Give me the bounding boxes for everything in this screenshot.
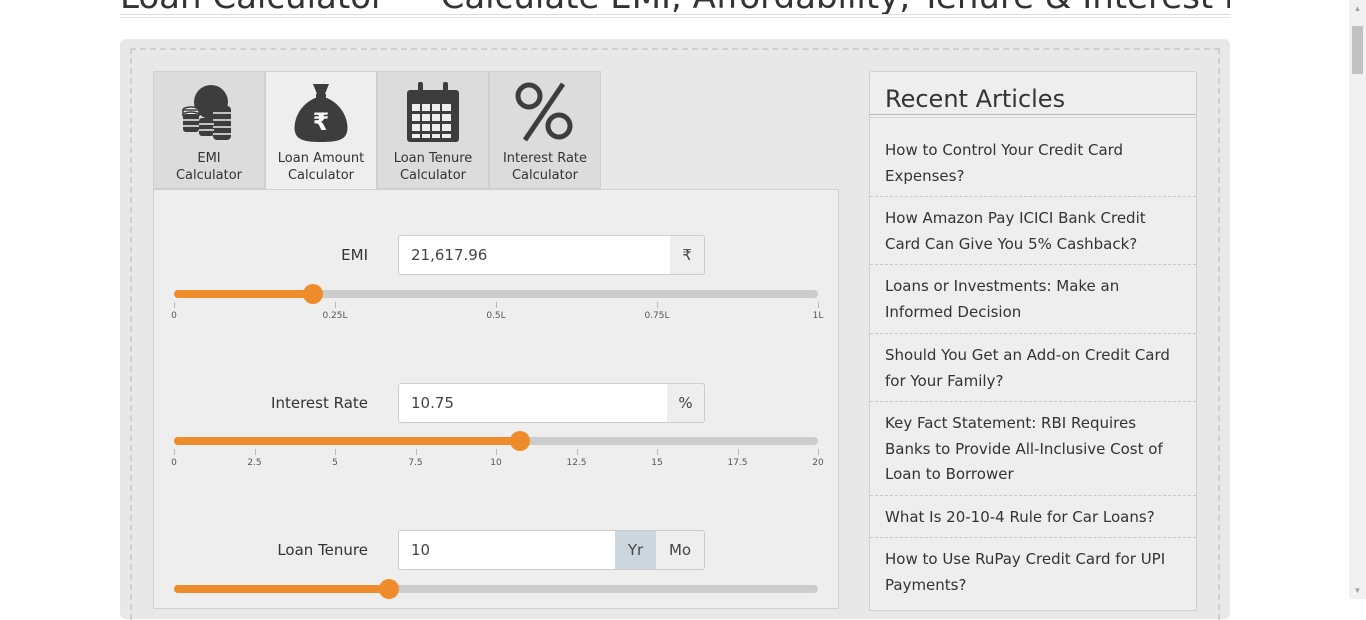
percent-icon [515, 82, 573, 142]
tab-emi-calculator[interactable]: EMI Calculator [153, 71, 265, 189]
svg-text:₹: ₹ [313, 108, 330, 136]
slider-tick-label: 20 [812, 458, 824, 468]
article-divider [870, 333, 1196, 334]
emi-label: EMI [341, 246, 368, 264]
slider-tick [818, 302, 819, 308]
sidebar-title-divider [870, 114, 1196, 115]
tenure-month-toggle[interactable]: Mo [656, 530, 705, 570]
scroll-down-arrow-icon[interactable]: ▼ [1349, 582, 1366, 599]
article-link[interactable]: Should You Get an Add-on Credit Card for… [885, 343, 1185, 394]
interest-rate-slider[interactable] [174, 431, 818, 451]
loan-tenure-input[interactable]: 10 [398, 530, 616, 570]
slider-tick-label: 0 [171, 311, 177, 321]
emi-input[interactable]: 21,617.96 [398, 235, 671, 275]
slider-tick [496, 302, 497, 308]
article-divider [870, 495, 1196, 496]
rupee-money-bag-icon: ₹ [294, 84, 348, 142]
interest-rate-label: Interest Rate [271, 394, 368, 412]
slider-tick-label: 0.75L [644, 311, 670, 321]
slider-tick [576, 449, 578, 455]
tab-label: Interest Rate Calculator [502, 151, 588, 183]
slider-tick-label: 17.5 [727, 458, 748, 468]
slider-tick [818, 449, 819, 455]
title-divider [120, 14, 1230, 15]
article-divider [870, 401, 1196, 402]
coins-stack-icon [182, 85, 231, 140]
slider-tick [737, 449, 739, 455]
tab-interest-rate-calculator[interactable]: Interest Rate Calculator [489, 71, 601, 189]
article-divider [870, 537, 1196, 538]
slider-tick [174, 302, 175, 308]
tenure-year-toggle[interactable]: Yr [615, 530, 657, 570]
interest-rate-slider-handle[interactable] [510, 431, 531, 451]
emi-slider[interactable] [174, 284, 818, 304]
loan-tenure-slider[interactable] [174, 579, 818, 599]
tab-loan-tenure-calculator[interactable]: Loan Tenure Calculator [377, 71, 489, 189]
tab-label: Loan Amount Calculator [277, 151, 365, 183]
sidebar-title: Recent Articles [885, 85, 1066, 113]
page-title: Loan Calculator — Calculate EMI, Afforda… [120, 0, 1230, 14]
tab-label: EMI Calculator [175, 151, 242, 183]
article-link[interactable]: How Amazon Pay ICICI Bank Credit Card Ca… [885, 206, 1185, 257]
slider-tick-label: 12.5 [566, 458, 587, 468]
article-link[interactable]: Key Fact Statement: RBI Requires Banks t… [885, 411, 1185, 488]
slider-tick [496, 449, 497, 455]
slider-tick-label: 7.5 [408, 458, 423, 468]
slider-tick-label: 0.5L [486, 311, 506, 321]
slider-tick [335, 449, 336, 455]
title-divider-secondary [120, 17, 1230, 18]
slider-tick-label: 0.25L [322, 311, 348, 321]
article-link[interactable]: Loans or Investments: Make an Informed D… [885, 274, 1185, 325]
loan-tenure-label: Loan Tenure [277, 541, 368, 559]
loan-tenure-slider-handle[interactable] [378, 579, 399, 599]
slider-tick-label: 10 [490, 458, 502, 468]
slider-tick [335, 302, 336, 308]
article-link[interactable]: What Is 20-10-4 Rule for Car Loans? [885, 505, 1185, 531]
sidebar-title-divider-secondary [870, 117, 1196, 118]
slider-tick [657, 449, 658, 455]
slider-tick [415, 449, 417, 455]
slider-tick-label: 0 [171, 458, 177, 468]
article-divider [870, 196, 1196, 197]
page-scrollbar[interactable]: ▲ ▼ [1349, 0, 1366, 599]
article-link[interactable]: How to Use RuPay Credit Card for UPI Pay… [885, 547, 1185, 598]
rupee-unit-addon: ₹ [670, 235, 705, 275]
scroll-up-arrow-icon[interactable]: ▲ [1349, 0, 1366, 17]
tab-loan-amount-calculator[interactable]: ₹ Loan Amount Calculator [265, 71, 377, 190]
interest-rate-input[interactable]: 10.75 [398, 383, 668, 423]
slider-tick-label: 15 [651, 458, 663, 468]
interest-rate-slider-scale: 0 2.5 5 7.5 10 12.5 15 17.5 20 [171, 449, 824, 469]
calendar-icon [407, 82, 459, 142]
slider-tick-label: 5 [332, 458, 338, 468]
article-link[interactable]: How to Control Your Credit Card Expenses… [885, 138, 1185, 189]
slider-tick [174, 449, 175, 455]
emi-slider-fill [174, 290, 314, 298]
slider-tick [657, 302, 658, 308]
recent-articles-sidebar: Recent Articles How to Control Your Cred… [869, 71, 1197, 611]
slider-tick-label: 1L [812, 311, 824, 321]
loan-tenure-slider-fill [174, 585, 389, 593]
emi-slider-scale: 0 0.25L 0.5L 0.75L 1L [171, 302, 823, 322]
slider-tick-label: 2.5 [247, 458, 262, 468]
slider-tick [254, 449, 256, 455]
interest-rate-slider-fill [174, 437, 521, 445]
tab-label: Loan Tenure Calculator [393, 151, 473, 183]
scrollbar-thumb[interactable] [1352, 26, 1363, 74]
percent-unit-addon: % [667, 383, 705, 423]
article-divider [870, 264, 1196, 265]
